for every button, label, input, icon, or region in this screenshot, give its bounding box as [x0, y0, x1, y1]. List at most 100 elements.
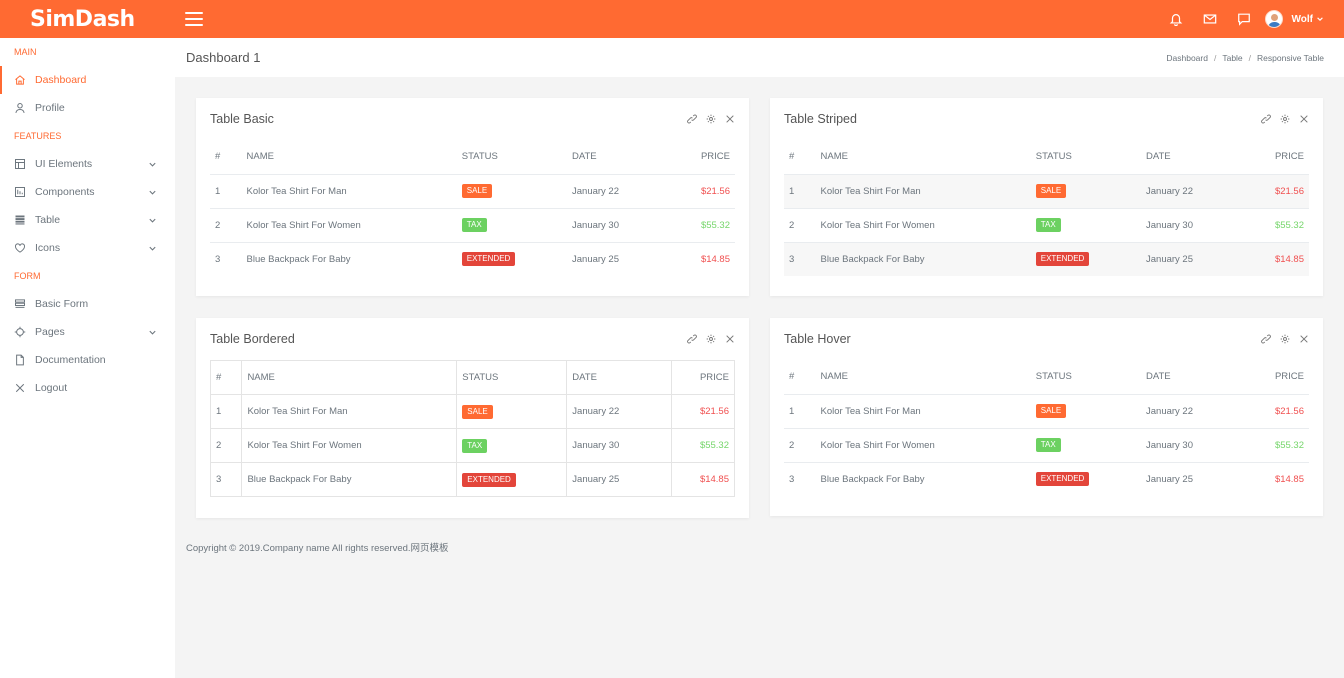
gear-icon[interactable]	[706, 114, 716, 124]
link-icon[interactable]	[687, 114, 697, 124]
row-number: 2	[210, 207, 242, 242]
price-cell: $55.32	[1246, 427, 1309, 462]
row-number: 2	[209, 428, 243, 463]
card-header: Table Basic	[196, 98, 749, 140]
gear-icon[interactable]	[1280, 334, 1290, 344]
column-header: NAME	[820, 371, 848, 383]
column-header: DATE	[1146, 151, 1171, 163]
sidebar-item-label: Table	[35, 214, 61, 226]
breadcrumb-item-dashboard[interactable]: Dashboard	[1166, 53, 1208, 63]
column-header: NAME	[820, 151, 848, 163]
card-table-basic: Table Basic # NAME STATUS DATE PRICE 1 Kolor…	[196, 98, 749, 296]
sidebar-item-label: Documentation	[35, 354, 106, 366]
column-header: STATUS	[461, 151, 498, 163]
date-cell: January 25	[1141, 461, 1246, 496]
table-header-row: # NAME STATUS DATE PRICE	[210, 140, 735, 174]
app-logo[interactable]: SimDash	[0, 7, 175, 32]
product-name: Blue Backpack For Baby	[241, 241, 457, 276]
mail-icon[interactable]	[1193, 12, 1227, 26]
table-row[interactable]: 2 Kolor Tea Shirt For Women TAX January …	[784, 427, 1309, 462]
link-icon[interactable]	[1261, 334, 1271, 344]
close-icon[interactable]	[1299, 114, 1309, 124]
date-cell: January 25	[1141, 241, 1246, 276]
date-cell: January 22	[1141, 393, 1246, 428]
table-row: 1 Kolor Tea Shirt For Man SALE January 2…	[210, 173, 735, 208]
row-number: 2	[784, 427, 816, 462]
sidebar-item-components[interactable]: Components	[0, 178, 175, 206]
date-cell: January 22	[567, 173, 672, 208]
sidebar-item-profile[interactable]: Profile	[0, 94, 175, 122]
product-name: Kolor Tea Shirt For Man	[815, 173, 1031, 208]
column-header: STATUS	[1035, 371, 1072, 383]
sidebar-item-table[interactable]: Table	[0, 206, 175, 234]
column-header: PRICE	[1274, 371, 1304, 383]
column-header: DATE	[572, 151, 597, 163]
sidebar-item-icons[interactable]: Icons	[0, 234, 175, 262]
chevron-down-icon	[1317, 17, 1323, 21]
gear-icon[interactable]	[706, 334, 716, 344]
card-title: Table Hover	[784, 332, 851, 346]
product-name: Kolor Tea Shirt For Women	[241, 428, 458, 463]
components-icon	[14, 186, 26, 198]
status-badge: SALE	[1035, 184, 1067, 198]
footer-copyright: Copyright © 2019.Company name All rights…	[186, 543, 449, 554]
product-name: Kolor Tea Shirt For Man	[815, 393, 1031, 428]
status-badge: SALE	[461, 184, 493, 198]
status-cell: EXTENDED	[456, 462, 568, 497]
close-icon[interactable]	[725, 114, 735, 124]
close-icon	[14, 382, 26, 394]
table-row: 3 Blue Backpack For Baby EXTENDED Januar…	[210, 241, 735, 276]
link-icon[interactable]	[687, 334, 697, 344]
close-icon[interactable]	[1299, 334, 1309, 344]
status-badge: TAX	[461, 218, 487, 232]
table-row: 3 Blue Backpack For Baby EXTENDED Januar…	[209, 462, 735, 497]
data-table: # NAME STATUS DATE PRICE 1 Kolor Tea Shirt F…	[784, 360, 1309, 496]
status-cell: EXTENDED	[456, 241, 567, 276]
status-cell: TAX	[1030, 207, 1141, 242]
table-row[interactable]: 3 Blue Backpack For Baby EXTENDED Januar…	[784, 461, 1309, 496]
product-name: Blue Backpack For Baby	[815, 241, 1031, 276]
sidebar-item-dashboard[interactable]: Dashboard	[0, 66, 175, 94]
status-badge: TAX	[1035, 438, 1061, 452]
column-header: #	[215, 151, 221, 163]
breadcrumb: Dashboard / Table / Responsive Table	[1166, 53, 1324, 63]
data-table: # NAME STATUS DATE PRICE 1 Kolor Tea Shirt F…	[209, 360, 735, 497]
product-name: Kolor Tea Shirt For Women	[815, 427, 1031, 462]
row-number: 1	[210, 173, 242, 208]
column-header: PRICE	[671, 360, 735, 395]
sidebar-section-title: FEATURES	[14, 131, 62, 141]
chevron-down-icon	[149, 218, 156, 223]
sidebar-item-label: Components	[35, 186, 95, 198]
menu-toggle-icon[interactable]	[185, 12, 203, 26]
date-cell: January 22	[1141, 173, 1246, 208]
sidebar-item-basic-form[interactable]: Basic Form	[0, 290, 175, 318]
user-menu[interactable]: Wolf	[1264, 10, 1324, 28]
page-title: Dashboard 1	[186, 50, 261, 65]
content-header: Dashboard 1 Dashboard / Table / Responsi…	[175, 38, 1344, 77]
user-icon	[14, 102, 26, 114]
chat-icon[interactable]	[1227, 12, 1261, 26]
sidebar-item-logout[interactable]: Logout	[0, 374, 175, 402]
sidebar-item-label: Basic Form	[35, 298, 89, 310]
table-row[interactable]: 1 Kolor Tea Shirt For Man SALE January 2…	[784, 393, 1309, 428]
date-cell: January 30	[567, 207, 672, 242]
sidebar-item-label: Logout	[35, 382, 68, 394]
column-header: STATUS	[456, 360, 568, 395]
gear-icon[interactable]	[1280, 114, 1290, 124]
breadcrumb-separator: /	[1248, 52, 1252, 63]
column-header: #	[789, 371, 795, 383]
sidebar-item-documentation[interactable]: Documentation	[0, 346, 175, 374]
sidebar-item-ui-elements[interactable]: UI Elements	[0, 150, 175, 178]
sidebar-item-pages[interactable]: Pages	[0, 318, 175, 346]
link-icon[interactable]	[1261, 114, 1271, 124]
bell-icon[interactable]	[1159, 12, 1193, 26]
product-name: Blue Backpack For Baby	[815, 461, 1031, 496]
table-icon	[14, 214, 26, 226]
price-cell: $55.32	[1246, 207, 1309, 242]
card-header: Table Bordered	[196, 318, 749, 360]
row-number: 1	[784, 173, 816, 208]
status-badge: SALE	[462, 404, 493, 419]
breadcrumb-item-table[interactable]: Table	[1222, 53, 1242, 63]
close-icon[interactable]	[725, 334, 735, 344]
date-cell: January 30	[566, 428, 673, 463]
